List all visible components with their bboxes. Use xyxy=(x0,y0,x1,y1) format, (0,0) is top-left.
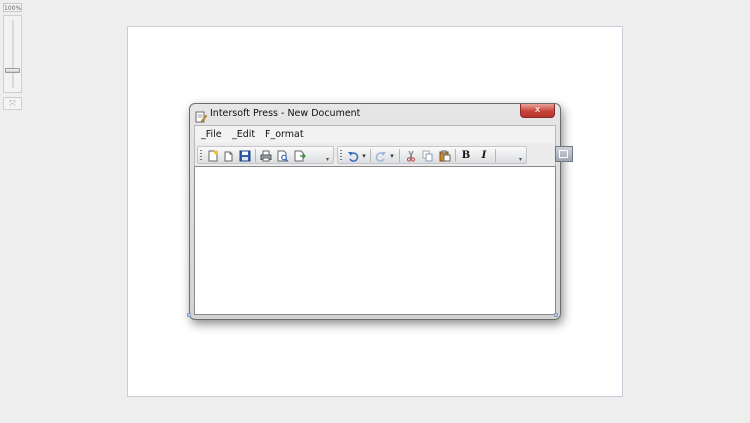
undo-dropdown-icon[interactable]: ▾ xyxy=(360,149,368,162)
toolbar-overflow-icon[interactable]: ▾ xyxy=(519,157,523,163)
resize-handle[interactable] xyxy=(555,146,573,162)
menu-item-edit[interactable]: _Edit xyxy=(232,129,255,141)
copy-icon[interactable] xyxy=(421,149,435,162)
cut-icon[interactable] xyxy=(404,149,418,162)
toolbar-group-file: ▾ xyxy=(197,146,334,164)
menu-bar: _File _Edit F_ormat xyxy=(194,125,556,143)
window-title: Intersoft Press - New Document xyxy=(210,108,361,119)
zoom-slider-thumb[interactable] xyxy=(5,67,20,73)
italic-button[interactable]: I xyxy=(477,149,491,162)
toolbar-separator xyxy=(455,149,456,162)
toolbar-overflow-icon[interactable]: ▾ xyxy=(326,157,330,163)
fit-to-window-icon[interactable]: ⤧ xyxy=(3,97,22,110)
document-editor[interactable] xyxy=(194,166,556,315)
selection-handle[interactable] xyxy=(187,313,191,317)
toolbar-separator xyxy=(399,149,400,162)
menu-item-format[interactable]: F_ormat xyxy=(265,129,304,141)
toolbar: ▾ ▾ ▾ B I ▾ xyxy=(194,143,556,167)
toolbar-separator xyxy=(495,149,496,162)
selection-handle[interactable] xyxy=(554,313,558,317)
document-window[interactable]: Intersoft Press - New Document x _File _… xyxy=(189,103,561,320)
redo-dropdown-icon[interactable]: ▾ xyxy=(388,149,396,162)
zoom-slider[interactable] xyxy=(3,15,22,93)
window-titlebar[interactable]: Intersoft Press - New Document x xyxy=(190,104,560,124)
undo-icon[interactable] xyxy=(346,149,360,162)
new-document-icon[interactable] xyxy=(206,149,220,162)
toolbar-separator xyxy=(255,149,256,162)
toolbar-group-edit: ▾ ▾ B I ▾ xyxy=(337,146,527,164)
zoom-level-label: 100% xyxy=(3,3,22,12)
zoom-slider-rail xyxy=(12,20,14,88)
toolbar-separator xyxy=(370,149,371,162)
close-button[interactable]: x xyxy=(520,104,555,118)
toolbar-grip[interactable] xyxy=(200,150,202,162)
zoom-control: 100% ⤧ xyxy=(3,3,22,110)
save-icon[interactable] xyxy=(238,149,252,162)
print-icon[interactable] xyxy=(259,149,273,162)
redo-icon[interactable] xyxy=(374,149,388,162)
toolbar-grip[interactable] xyxy=(340,150,342,162)
export-icon[interactable] xyxy=(293,149,307,162)
document-edit-icon xyxy=(195,108,208,123)
open-file-icon[interactable] xyxy=(222,149,236,162)
paste-icon[interactable] xyxy=(438,149,452,162)
menu-item-file[interactable]: _File xyxy=(201,129,222,141)
bold-button[interactable]: B xyxy=(459,149,473,162)
print-preview-icon[interactable] xyxy=(276,149,290,162)
